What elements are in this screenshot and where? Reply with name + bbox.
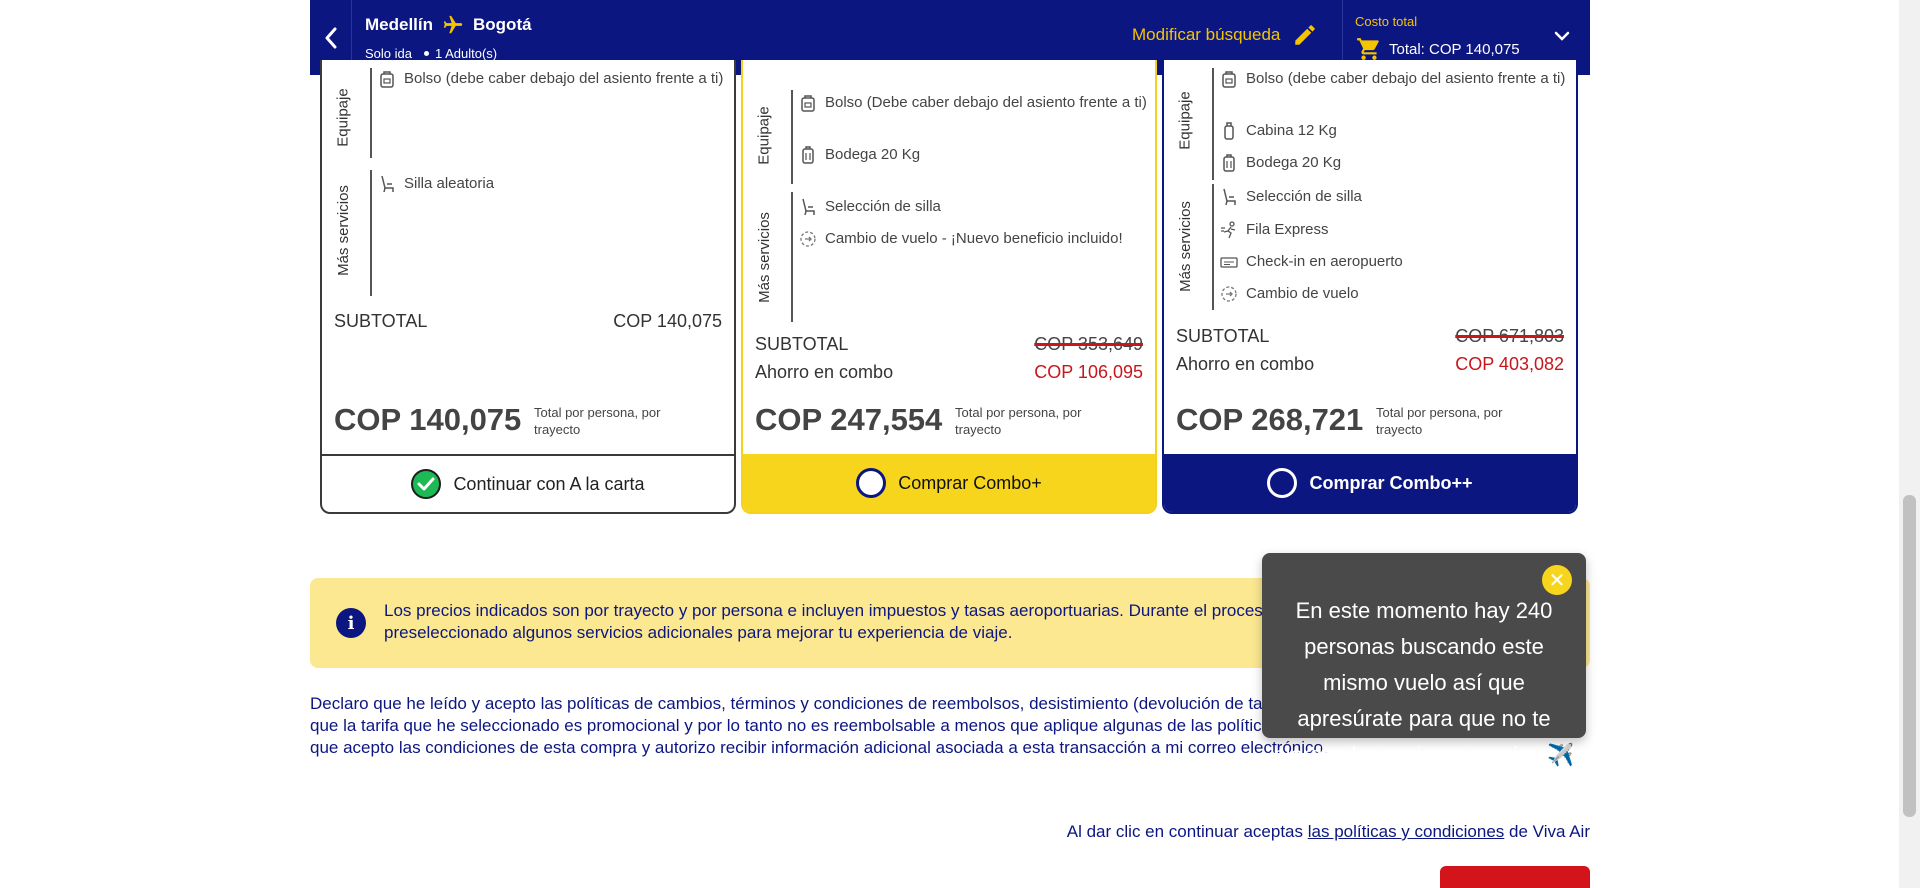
cost-total-value: Total: COP 140,075 [1389, 40, 1520, 58]
services-divider [370, 170, 372, 296]
bag-icon [1220, 68, 1238, 90]
luggage-section-label: Equipaje [1176, 90, 1194, 150]
fast-lane-icon [1220, 219, 1238, 241]
terms-link[interactable]: las políticas y condiciones [1308, 822, 1505, 841]
destination-city: Bogotá [473, 15, 532, 34]
subtotal-original: COP 671,803 [1455, 326, 1564, 346]
feature-item: Silla aleatoria [378, 173, 718, 195]
feature-item: Bodega 20 Kg [799, 144, 1149, 166]
total-price: COP 268,721 [1176, 402, 1364, 437]
button-label: Comprar Combo+ [898, 472, 1042, 493]
info-icon: i [336, 608, 366, 638]
feature-item: Bolso (debe caber debajo del asiento fre… [378, 68, 728, 90]
price-note: Total por persona, por trayecto [1376, 405, 1503, 437]
chevron-left-icon [325, 27, 336, 48]
feature-item: Cambio de vuelo [1220, 283, 1560, 305]
feature-item: Bolso (debe caber debajo del asiento fre… [1220, 68, 1570, 90]
modify-search-button[interactable]: Modificar búsqueda [1132, 22, 1318, 48]
pencil-icon [1295, 25, 1316, 45]
services-section-label: Más servicios [334, 184, 352, 276]
terms-note: Al dar clic en continuar aceptas las pol… [1067, 822, 1590, 842]
buy-combo-plus-button[interactable]: Comprar Combo+ [743, 454, 1155, 512]
luggage-section-label: Equipaje [334, 87, 352, 147]
flight-change-icon [799, 228, 817, 250]
checkin-counter-icon [1220, 251, 1238, 273]
separator-dot [423, 51, 429, 56]
chevron-down-icon [1552, 26, 1572, 51]
luggage-divider [791, 90, 793, 184]
buy-combo-plus-plus-button[interactable]: Comprar Combo++ [1164, 454, 1576, 512]
subtotal-row: SUBTOTAL COP 353,649 [755, 334, 1143, 354]
button-label: Comprar Combo++ [1309, 472, 1473, 493]
services-section-label: Más servicios [1176, 200, 1194, 292]
button-label: Continuar con A la carta [453, 473, 645, 494]
carry-on-icon [1220, 120, 1238, 142]
fare-card-combo-plus: Equipaje Bolso (Debe caber debajo del as… [741, 60, 1157, 514]
seat-icon [378, 173, 396, 195]
fare-card-a-la-carta: Equipaje Bolso (debe caber debajo del as… [320, 60, 736, 514]
luggage-section-label: Equipaje [755, 105, 773, 165]
origin-city: Medellín [365, 15, 434, 34]
urgency-toast: ✕ En este momento hay 240 personas busca… [1262, 553, 1586, 767]
luggage-divider [370, 68, 372, 158]
close-icon[interactable]: ✕ [1542, 565, 1572, 595]
route-title: Medellín Bogotá [365, 14, 532, 36]
price-note: Total por persona, por trayecto [534, 405, 661, 437]
passenger-count: 1 Adulto(s) [434, 46, 498, 61]
services-divider [791, 192, 793, 322]
total-price: COP 247,554 [755, 402, 943, 437]
feature-item: Check-in en aeropuerto [1220, 251, 1560, 273]
toast-message: En este momento hay 240 personas buscand… [1273, 598, 1575, 767]
seat-icon [799, 196, 817, 218]
terms-suffix: de Viva Air [1509, 822, 1590, 841]
cost-label: Costo total [1355, 14, 1418, 29]
feature-item: Selección de silla [799, 196, 1139, 218]
bag-icon [378, 68, 396, 90]
feature-item: Fila Express [1220, 219, 1560, 241]
feature-item: Cabina 12 Kg [1220, 120, 1570, 142]
radio-unselected-icon [856, 468, 887, 498]
fare-card-combo-plus-plus: Equipaje Bolso (debe caber debajo del as… [1162, 60, 1578, 514]
terms-prefix: Al dar clic en continuar aceptas [1066, 822, 1304, 841]
check-circle-icon [411, 469, 442, 499]
radio-unselected-icon [1267, 468, 1298, 498]
total-price: COP 140,075 [334, 402, 522, 437]
savings-row: Ahorro en combo COP 106,095 [755, 362, 1143, 382]
feature-item: Cambio de vuelo - ¡Nuevo beneficio inclu… [799, 228, 1139, 250]
feature-item: Bodega 20 Kg [1220, 152, 1570, 174]
plane-icon [441, 14, 465, 36]
suitcase-icon [1220, 152, 1238, 174]
trip-type: Solo ida [365, 46, 412, 61]
subtotal-original: COP 353,649 [1034, 334, 1143, 354]
luggage-divider [1212, 68, 1214, 180]
continue-button[interactable] [1440, 866, 1590, 888]
price-note: Total por persona, por trayecto [955, 405, 1082, 437]
flight-change-icon [1220, 283, 1238, 305]
modify-search-label: Modificar búsqueda [1132, 25, 1281, 44]
page-scrollbar[interactable] [1899, 0, 1920, 888]
services-section-label: Más servicios [755, 211, 773, 303]
feature-item: Bolso (Debe caber debajo del asiento fre… [799, 92, 1149, 114]
seat-icon [1220, 186, 1238, 208]
savings-row: Ahorro en combo COP 403,082 [1176, 354, 1564, 374]
scrollbar-thumb[interactable] [1903, 495, 1916, 817]
savings-value: COP 106,095 [1034, 362, 1143, 382]
subtotal-value: COP 140,075 [613, 311, 722, 331]
savings-value: COP 403,082 [1455, 354, 1564, 374]
services-divider [1212, 184, 1214, 310]
subtotal-row: SUBTOTAL COP 671,803 [1176, 326, 1564, 346]
cart-icon [1357, 38, 1379, 60]
continue-a-la-carta-button[interactable]: Continuar con A la carta [322, 454, 734, 512]
subtotal-row: SUBTOTAL COP 140,075 [334, 311, 722, 331]
suitcase-icon [799, 144, 817, 166]
trip-details: Solo ida 1 Adulto(s) [365, 46, 497, 61]
cost-total: Total: COP 140,075 [1355, 36, 1520, 62]
bag-icon [799, 92, 817, 114]
feature-item: Selección de silla [1220, 186, 1560, 208]
